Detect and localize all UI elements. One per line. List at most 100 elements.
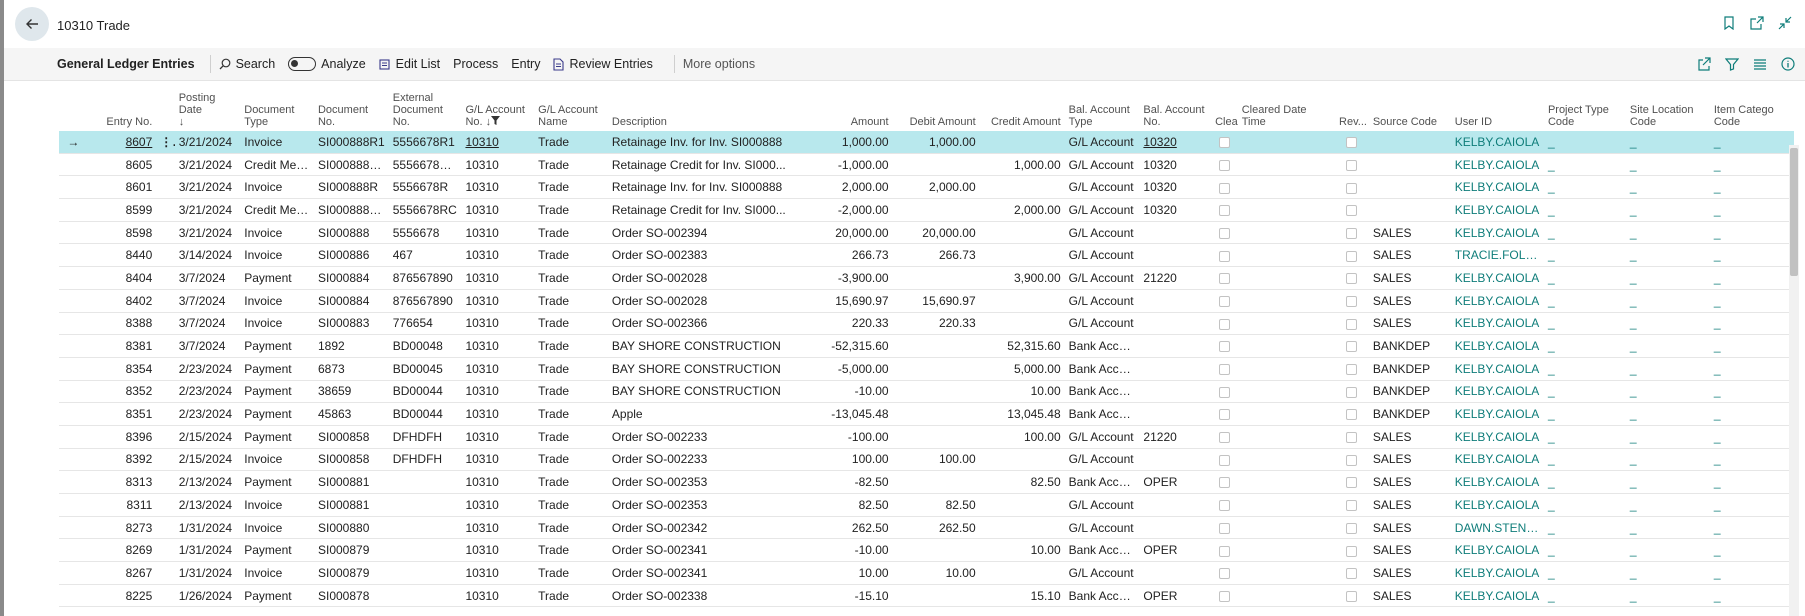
cell-project-type-code[interactable]: _	[1543, 561, 1626, 585]
cell-project-type-code[interactable]: _	[1543, 131, 1626, 154]
cell-item-category-code[interactable]: _	[1709, 266, 1794, 290]
cleared-checkbox[interactable]	[1211, 221, 1238, 245]
cell-entry-no[interactable]: 8354	[97, 357, 157, 381]
reversed-checkbox[interactable]	[1335, 402, 1369, 426]
analyze-toggle[interactable]: Analyze	[288, 57, 366, 71]
cell-user-id[interactable]: KELBY.CAIOLA	[1450, 357, 1544, 381]
cell-project-type-code[interactable]: _	[1543, 175, 1626, 200]
cell-entry-no[interactable]: 8225	[97, 584, 157, 608]
table-row[interactable]: 8605 3/21/2024 Credit Memo SI000888RC1 55566…	[59, 153, 1794, 177]
cell-entry-no[interactable]: 8273	[97, 516, 157, 540]
cell-user-id[interactable]: KELBY.CAIOLA	[1450, 289, 1544, 313]
cleared-checkbox[interactable]	[1211, 561, 1238, 585]
cell-site-location-code[interactable]: _	[1625, 243, 1710, 268]
table-row[interactable]: 8392 2/15/2024 Invoice SI000858 DFHDFH 10310 T…	[59, 448, 1794, 472]
cell-site-location-code[interactable]: _	[1625, 334, 1710, 358]
col-entry-no[interactable]: Entry No.	[98, 86, 156, 131]
bookmark-icon[interactable]	[1721, 15, 1737, 31]
scrollbar-thumb[interactable]	[1790, 148, 1798, 276]
reversed-checkbox[interactable]	[1335, 380, 1369, 404]
cell-project-type-code[interactable]: _	[1543, 448, 1626, 472]
table-row[interactable]: → 8607 ⋮ 3/21/2024 Invoice SI000888R1 5556678R…	[59, 131, 1794, 154]
col-gl-account-name[interactable]: G/L Account Name	[534, 86, 608, 131]
cell-project-type-code[interactable]: _	[1543, 266, 1626, 290]
reversed-checkbox[interactable]	[1335, 243, 1369, 268]
cell-item-category-code[interactable]: _	[1709, 493, 1794, 517]
cell-entry-no[interactable]: 8402	[97, 289, 157, 313]
entry-menu[interactable]: Entry	[511, 57, 540, 71]
share-icon[interactable]	[1697, 57, 1711, 71]
cleared-checkbox[interactable]	[1211, 198, 1238, 222]
cell-item-category-code[interactable]: _	[1709, 538, 1794, 563]
cleared-checkbox[interactable]	[1211, 289, 1238, 313]
col-gl-account-no[interactable]: G/L Account No. ↓	[461, 86, 534, 131]
cell-project-type-code[interactable]: _	[1543, 289, 1626, 313]
cleared-checkbox[interactable]	[1211, 312, 1238, 336]
reversed-checkbox[interactable]	[1335, 153, 1369, 177]
cell-project-type-code[interactable]: _	[1543, 357, 1626, 381]
col-source-code[interactable]: Source Code	[1369, 86, 1451, 131]
cell-site-location-code[interactable]: _	[1625, 538, 1710, 563]
cell-entry-no[interactable]: 8607	[97, 131, 157, 154]
table-row[interactable]: 8311 2/13/2024 Invoice SI000881 10310 Trade Or…	[59, 493, 1794, 517]
table-row[interactable]: 8402 3/7/2024 Invoice SI000884 876567890 1031…	[59, 289, 1794, 313]
cell-entry-no[interactable]: 8313	[97, 470, 157, 494]
review-entries-button[interactable]: Review Entries	[553, 57, 653, 71]
filter-icon[interactable]	[1725, 57, 1739, 71]
cell-item-category-code[interactable]: _	[1709, 357, 1794, 381]
col-cleared[interactable]: Clea...	[1211, 86, 1238, 131]
cell-project-type-code[interactable]: _	[1543, 334, 1626, 358]
cell-entry-no[interactable]: 8311	[97, 493, 157, 517]
cell-entry-no[interactable]: 8396	[97, 425, 157, 449]
process-menu[interactable]: Process	[453, 57, 498, 71]
search-button[interactable]: Search	[219, 57, 275, 71]
cell-user-id[interactable]: KELBY.CAIOLA	[1450, 198, 1544, 222]
table-row[interactable]: 8354 2/23/2024 Payment 6873 BD00045 10310 Trad…	[59, 357, 1794, 381]
cell-site-location-code[interactable]: _	[1625, 357, 1710, 381]
cell-user-id[interactable]: KELBY.CAIOLA	[1450, 334, 1544, 358]
cell-user-id[interactable]: KELBY.CAIOLA	[1450, 561, 1544, 585]
cleared-checkbox[interactable]	[1211, 266, 1238, 290]
cell-project-type-code[interactable]: _	[1543, 470, 1626, 494]
col-document-type[interactable]: Document Type	[240, 86, 314, 131]
cell-entry-no[interactable]: 8404	[97, 266, 157, 290]
table-row[interactable]: 8404 3/7/2024 Payment SI000884 876567890 1031…	[59, 266, 1794, 290]
cell-entry-no[interactable]: 8601	[97, 175, 157, 200]
cell-project-type-code[interactable]: _	[1543, 516, 1626, 540]
reversed-checkbox[interactable]	[1335, 357, 1369, 381]
cell-entry-no[interactable]: 8605	[97, 153, 157, 177]
cell-site-location-code[interactable]: _	[1625, 266, 1710, 290]
open-in-new-window-icon[interactable]	[1749, 15, 1765, 31]
table-row[interactable]: 8225 1/26/2024 Payment SI000878 10310 Trade Or…	[59, 584, 1794, 608]
reversed-checkbox[interactable]	[1335, 561, 1369, 585]
cleared-checkbox[interactable]	[1211, 516, 1238, 540]
cleared-checkbox[interactable]	[1211, 131, 1238, 154]
table-row[interactable]: 8269 1/31/2024 Payment SI000879 10310 Trade Or…	[59, 538, 1794, 563]
cell-site-location-code[interactable]: _	[1625, 312, 1710, 336]
cell-site-location-code[interactable]: _	[1625, 448, 1710, 472]
cell-entry-no[interactable]: 8351	[97, 402, 157, 426]
cell-entry-no[interactable]: 8381	[97, 334, 157, 358]
cell-user-id[interactable]: KELBY.CAIOLA	[1450, 402, 1544, 426]
cell-site-location-code[interactable]: _	[1625, 470, 1710, 494]
cell-user-id[interactable]: KELBY.CAIOLA	[1450, 584, 1544, 608]
table-row[interactable]: 8273 1/31/2024 Invoice SI000880 10310 Trade Or…	[59, 516, 1794, 540]
cell-entry-no[interactable]: 8440	[97, 243, 157, 268]
reversed-checkbox[interactable]	[1335, 131, 1369, 154]
cell-user-id[interactable]: KELBY.CAIOLA	[1450, 131, 1544, 154]
cell-project-type-code[interactable]: _	[1543, 402, 1626, 426]
table-row[interactable]: 8601 3/21/2024 Invoice SI000888R 5556678R 103…	[59, 175, 1794, 200]
cell-site-location-code[interactable]: _	[1625, 425, 1710, 449]
reversed-checkbox[interactable]	[1335, 425, 1369, 449]
cell-site-location-code[interactable]: _	[1625, 516, 1710, 540]
cell-user-id[interactable]: KELBY.CAIOLA	[1450, 380, 1544, 404]
cell-site-location-code[interactable]: _	[1625, 584, 1710, 608]
reversed-checkbox[interactable]	[1335, 334, 1369, 358]
collapse-icon[interactable]	[1777, 15, 1793, 31]
table-row[interactable]: 8396 2/15/2024 Payment SI000858 DFHDFH 10310 T…	[59, 425, 1794, 449]
cell-project-type-code[interactable]: _	[1543, 425, 1626, 449]
cell-site-location-code[interactable]: _	[1625, 221, 1710, 245]
cell-project-type-code[interactable]: _	[1543, 538, 1626, 563]
cell-user-id[interactable]: KELBY.CAIOLA	[1450, 175, 1544, 200]
table-row[interactable]: 8313 2/13/2024 Payment SI000881 10310 Trade Or…	[59, 470, 1794, 494]
